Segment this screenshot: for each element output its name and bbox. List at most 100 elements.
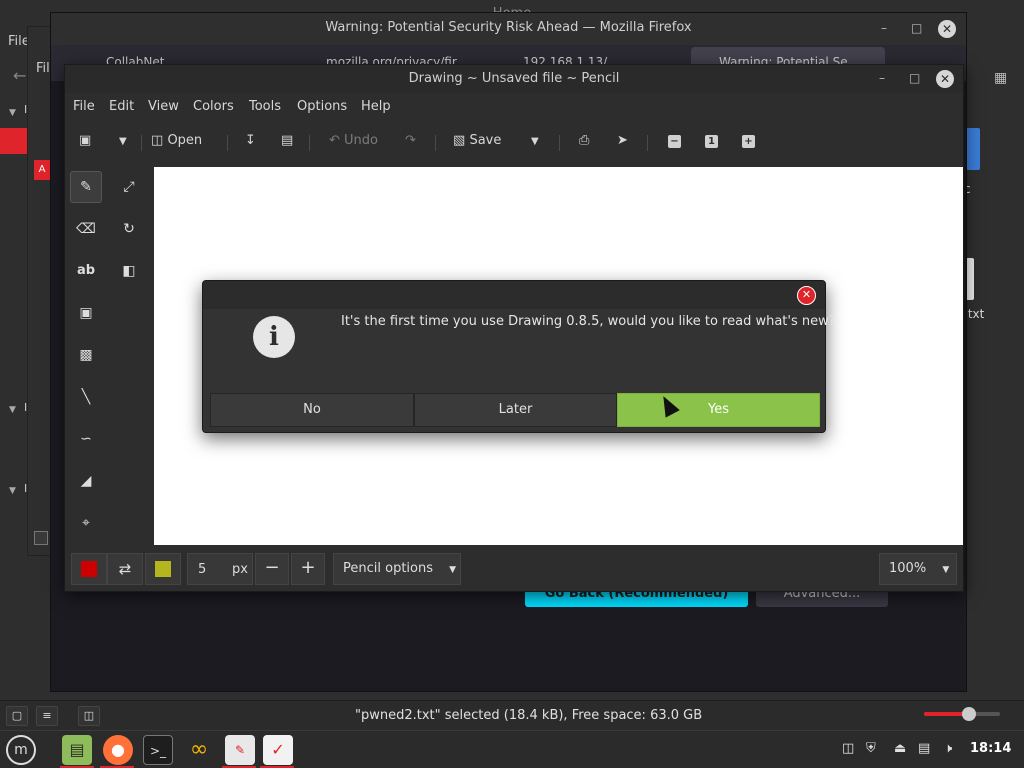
zoom-out-icon[interactable]: − bbox=[668, 135, 681, 148]
swap-colors-icon[interactable]: ⇄ bbox=[107, 553, 143, 585]
dialog-close-icon[interactable]: ✕ bbox=[797, 286, 816, 305]
eraser-tool-icon[interactable]: ⌫ bbox=[70, 213, 102, 245]
tool-size-unit: px bbox=[232, 562, 248, 577]
menu-help[interactable]: Help bbox=[361, 99, 391, 114]
maximize-icon[interactable]: □ bbox=[909, 71, 920, 85]
import-icon[interactable]: ↧ bbox=[245, 133, 256, 148]
close-icon[interactable]: ✕ bbox=[938, 20, 956, 38]
rotate-icon[interactable]: ↻ bbox=[113, 213, 145, 245]
text-editor-icon[interactable]: ✎ bbox=[225, 735, 255, 765]
grid-view-icon[interactable]: ▦ bbox=[994, 70, 1007, 86]
toolbar-separator bbox=[647, 135, 648, 151]
rect-select-icon[interactable]: ▣ bbox=[70, 297, 102, 329]
file-manager-statusbar: ▢ ≡ ◫ "pwned2.txt" selected (18.4 kB), F… bbox=[0, 700, 1024, 730]
tree-view-icon[interactable]: ≡ bbox=[36, 706, 58, 726]
minimize-icon[interactable]: – bbox=[881, 21, 887, 35]
drawing-app-icon[interactable]: ✓ bbox=[263, 735, 293, 765]
crop-tool-icon[interactable]: ⌖ bbox=[70, 507, 102, 539]
paste-icon[interactable]: ▤ bbox=[281, 133, 293, 148]
tools-panel: ✎ ⤢ ⌫ ↻ ab ◧ ▣ ▩ ╲ ∽ ◢ ⌖ bbox=[65, 165, 153, 545]
status-text: "pwned2.txt" selected (18.4 kB), Free sp… bbox=[355, 708, 703, 723]
network-icon[interactable]: ▤ bbox=[918, 741, 930, 756]
no-button[interactable]: No bbox=[210, 393, 414, 427]
text-file-icon[interactable] bbox=[966, 258, 974, 300]
firefox-titlebar: Warning: Potential Security Risk Ahead —… bbox=[51, 13, 966, 45]
menu-edit[interactable]: Edit bbox=[109, 99, 134, 114]
redo-icon[interactable]: ↷ bbox=[405, 133, 416, 148]
files-icon[interactable]: ▤ bbox=[62, 735, 92, 765]
new-image-icon[interactable]: ▣ bbox=[79, 133, 91, 148]
collapse-triangle-icon[interactable]: ▼ bbox=[9, 405, 16, 415]
toolbar-separator bbox=[141, 135, 142, 151]
text-tool-icon[interactable]: ab bbox=[70, 255, 102, 287]
file-label[interactable]: .txt bbox=[964, 307, 984, 321]
maximize-icon[interactable]: □ bbox=[911, 21, 922, 35]
undo-button[interactable]: ↶ Undo bbox=[329, 133, 378, 148]
menu-colors[interactable]: Colors bbox=[193, 99, 234, 114]
eject-icon[interactable]: ⏏ bbox=[894, 741, 906, 756]
mint-menu-icon[interactable]: m bbox=[6, 735, 36, 765]
save-dropdown-icon[interactable]: ▼ bbox=[531, 136, 539, 147]
collab-icon[interactable]: ∞ bbox=[184, 735, 214, 765]
zoom-slider-knob[interactable] bbox=[962, 707, 976, 721]
open-label: Open bbox=[167, 133, 203, 148]
curve-tool-icon[interactable]: ∽ bbox=[70, 423, 102, 455]
tool-size-field[interactable]: 5 px bbox=[187, 553, 253, 585]
zoom-slider[interactable] bbox=[924, 707, 1000, 721]
zoom-dropdown[interactable]: 100% ▼ bbox=[879, 553, 957, 585]
toolbar-separator bbox=[435, 135, 436, 151]
places-toggle-icon[interactable]: ▢ bbox=[6, 706, 28, 726]
minimize-icon[interactable]: – bbox=[879, 71, 885, 85]
drawing-bottom-bar: ⇄ 5 px − + Pencil options ▼ 100% ▼ bbox=[65, 547, 963, 591]
zoom-in-icon[interactable]: + bbox=[742, 135, 755, 148]
menu-options[interactable]: Options bbox=[297, 99, 347, 114]
print-icon[interactable]: ⎙ bbox=[579, 133, 589, 148]
sidebar-selected-item[interactable] bbox=[0, 128, 28, 154]
zoom-slider-fill bbox=[924, 712, 966, 716]
close-icon[interactable]: ✕ bbox=[936, 70, 954, 88]
secondary-color-button[interactable] bbox=[145, 553, 181, 585]
secondary-color-swatch bbox=[155, 561, 171, 577]
sidebar-toggle-icon[interactable] bbox=[34, 531, 48, 545]
collapse-triangle-icon[interactable]: ▼ bbox=[9, 108, 16, 118]
firefox-icon[interactable]: ● bbox=[103, 735, 133, 765]
hide-sidebar-icon[interactable]: ◫ bbox=[78, 706, 100, 726]
shield-icon[interactable]: ⛨ bbox=[866, 741, 876, 756]
yes-button[interactable]: Yes bbox=[617, 393, 820, 427]
zoom-label: 100% bbox=[889, 561, 927, 576]
filters-icon[interactable]: ◧ bbox=[113, 255, 145, 287]
line-tool-icon[interactable]: ╲ bbox=[70, 381, 102, 413]
shape-tool-icon[interactable]: ◢ bbox=[70, 465, 102, 497]
free-select-icon[interactable]: ▩ bbox=[70, 339, 102, 371]
open-icon: ◫ bbox=[151, 133, 164, 148]
folder-icon[interactable] bbox=[966, 128, 980, 170]
expand-icon[interactable]: ⤢ bbox=[113, 171, 145, 203]
terminal-icon[interactable]: >_ bbox=[143, 735, 173, 765]
back-arrow-icon[interactable]: ← bbox=[13, 66, 26, 85]
new-dropdown-icon[interactable]: ▼ bbox=[119, 136, 127, 147]
clock[interactable]: 18:14 bbox=[970, 741, 1011, 756]
size-increase-button[interactable]: + bbox=[291, 553, 325, 585]
update-manager-icon[interactable]: ◫ bbox=[842, 741, 854, 756]
volume-icon[interactable]: 🕨 bbox=[944, 741, 952, 756]
toolbar-separator bbox=[559, 135, 560, 151]
drawing-menubar: File Edit View Colors Tools Options Help bbox=[65, 93, 963, 123]
open-button[interactable]: ◫ Open bbox=[151, 133, 202, 148]
size-decrease-button[interactable]: − bbox=[255, 553, 289, 585]
menu-view[interactable]: View bbox=[148, 99, 179, 114]
taskbar: m ▤ ● >_ ∞ ✎ ✓ ◫ ⛨ ⏏ ▤ 🕨 18:14 bbox=[0, 730, 1024, 768]
primary-color-button[interactable] bbox=[71, 553, 107, 585]
chevron-down-icon: ▼ bbox=[449, 565, 457, 575]
pencil-options-dropdown[interactable]: Pencil options ▼ bbox=[333, 553, 461, 585]
menu-tools[interactable]: Tools bbox=[249, 99, 281, 114]
tool-size-value[interactable]: 5 bbox=[198, 562, 206, 577]
save-button[interactable]: ▧ Save bbox=[453, 133, 501, 148]
share-icon[interactable]: ➤ bbox=[617, 133, 628, 148]
later-button[interactable]: Later bbox=[414, 393, 617, 427]
collapse-triangle-icon[interactable]: ▼ bbox=[9, 486, 16, 496]
zoom-reset-icon[interactable]: 1 bbox=[705, 135, 718, 148]
menu-file[interactable]: File bbox=[73, 99, 95, 114]
pencil-options-label: Pencil options bbox=[343, 561, 433, 576]
drawing-titlebar: Drawing ~ Unsaved file ~ Pencil – □ ✕ bbox=[65, 65, 963, 93]
pencil-tool-icon[interactable]: ✎ bbox=[70, 171, 102, 203]
